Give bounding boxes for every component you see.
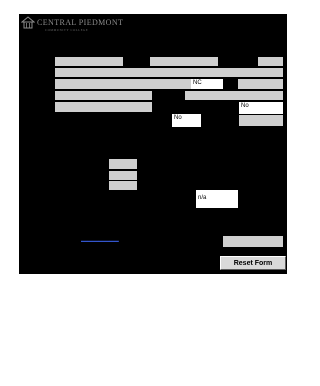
text-field-8[interactable]	[185, 91, 283, 100]
reset-form-button[interactable]: Reset Form	[220, 256, 286, 270]
state-value: NC	[193, 80, 202, 86]
text-field-1[interactable]	[55, 57, 123, 66]
text-field-10[interactable]	[239, 115, 283, 126]
small-field-2[interactable]	[109, 171, 137, 180]
text-field-9[interactable]	[55, 102, 152, 112]
logo-text: CENTRAL PIEDMONT	[37, 18, 124, 27]
state-field[interactable]: NC	[191, 79, 223, 89]
small-field-3[interactable]	[109, 181, 137, 190]
text-field-7[interactable]	[55, 91, 152, 100]
answer-value-2: No	[174, 115, 182, 121]
text-field-4[interactable]	[55, 68, 283, 77]
answer-field-2[interactable]: No	[172, 114, 201, 127]
small-field-1[interactable]	[109, 159, 137, 169]
text-field-11[interactable]	[223, 236, 283, 247]
text-field-2[interactable]	[150, 57, 218, 66]
college-logo: CENTRAL PIEDMONT COMMUNITY COLLEGE	[21, 16, 124, 36]
email-link[interactable]: _________________	[81, 236, 119, 241]
text-field-3[interactable]	[258, 57, 283, 66]
building-icon	[21, 16, 35, 29]
na-field[interactable]: n/a	[196, 190, 238, 208]
logo-subtext: COMMUNITY COLLEGE	[45, 28, 89, 32]
form-page: CENTRAL PIEDMONT COMMUNITY COLLEGE NC No…	[19, 14, 287, 274]
answer-value-1: No	[241, 103, 249, 109]
text-field-5[interactable]	[55, 79, 191, 89]
na-value: n/a	[198, 195, 207, 201]
answer-field-1[interactable]: No	[239, 102, 283, 114]
text-field-6[interactable]	[238, 79, 283, 89]
